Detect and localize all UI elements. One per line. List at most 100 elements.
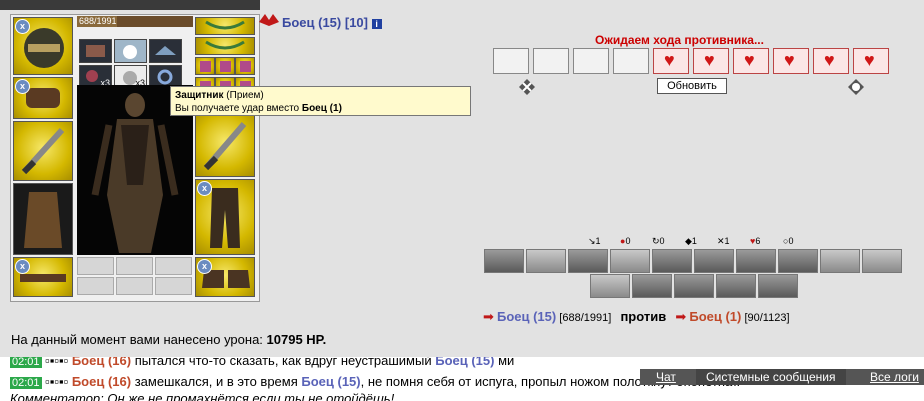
emblem-icon: x <box>15 79 30 94</box>
skill-11[interactable] <box>590 274 630 298</box>
versus-line: ➡ Боец (15) [688/1991] против ➡ Боец (1)… <box>483 309 790 325</box>
stat-sword: ↘1 <box>588 236 601 247</box>
sword-icon: ↘ <box>588 236 596 246</box>
necklace-slot[interactable] <box>195 37 255 55</box>
stat-spirit: ○0 <box>783 236 793 246</box>
armor-slot[interactable] <box>13 183 73 255</box>
info-icon[interactable]: i <box>371 18 382 29</box>
stat-shield: ◆1 <box>685 236 697 247</box>
skill-10[interactable] <box>862 249 902 273</box>
skill-5[interactable] <box>652 249 692 273</box>
ring-slot-2[interactable] <box>215 57 235 75</box>
stat-value: 1 <box>691 236 697 246</box>
weapon-right-slot[interactable] <box>195 113 255 177</box>
gem-icon <box>220 61 231 72</box>
empty-slot[interactable] <box>155 277 192 295</box>
top-strip-logo <box>60 3 63 13</box>
ring-slot-3[interactable] <box>235 57 255 75</box>
log-line: 02:01 ▫▪▫▪▫ Боец (16) замешкался, и в эт… <box>10 374 740 389</box>
heart-scroll-2[interactable] <box>693 48 729 74</box>
player-name[interactable]: Боец (15) <box>282 15 341 30</box>
tooltip-desc-line: Вы получаете удар вместо Боец (1) <box>175 102 466 115</box>
empty-slot[interactable] <box>116 277 153 295</box>
crossed-swords-icon: ✕ <box>717 236 725 246</box>
log-line: Комментатор: Он же не промахнётся если т… <box>10 391 395 401</box>
empty-slot[interactable] <box>116 257 153 275</box>
stat-value: 6 <box>755 236 761 246</box>
defend-shield-icon[interactable] <box>847 78 865 96</box>
log-name[interactable]: Боец (16) <box>72 374 131 389</box>
stat-value: 0 <box>625 236 631 246</box>
empty-scroll-2[interactable] <box>533 48 569 74</box>
log-markers: ▫▪▫▪▫ <box>45 357 69 368</box>
boots-slot[interactable]: x <box>195 257 255 297</box>
heart-scroll-5[interactable] <box>813 48 849 74</box>
log-text: ми <box>494 357 515 368</box>
skill-1[interactable] <box>484 249 524 273</box>
amulet-slot[interactable] <box>195 17 255 35</box>
tab-chat[interactable]: Чат <box>656 369 676 385</box>
attack-shield-icon[interactable] <box>518 78 536 96</box>
arrow-right-icon: ➡ <box>483 309 494 324</box>
skill-6[interactable] <box>694 249 734 273</box>
rune-slot-3[interactable] <box>149 39 182 63</box>
heart-scroll-4[interactable] <box>773 48 809 74</box>
skill-7[interactable] <box>736 249 776 273</box>
swirl-icon: ↻ <box>652 236 660 246</box>
skill-3[interactable] <box>568 249 608 273</box>
log-name[interactable]: Боец (16) <box>72 357 131 368</box>
emblem-icon: x <box>197 259 212 274</box>
tab-all-logs[interactable]: Все логи <box>870 369 919 385</box>
emblem-icon: x <box>15 19 30 34</box>
refresh-button[interactable]: Обновить <box>657 78 727 94</box>
ring-slot-1[interactable] <box>195 57 215 75</box>
bracers-slot[interactable]: x <box>13 77 73 119</box>
gem-icon <box>200 61 211 72</box>
skill-4[interactable] <box>610 249 650 273</box>
tooltip-title: Защитник <box>175 90 224 101</box>
necklace-icon <box>205 40 245 50</box>
heart-scroll-1[interactable] <box>653 48 689 74</box>
leggings-slot[interactable]: x <box>195 179 255 255</box>
heart-scroll-3[interactable] <box>733 48 769 74</box>
left-fighter-name[interactable]: Боец (15) <box>497 309 556 324</box>
heart-scroll-6[interactable] <box>853 48 889 74</box>
empty-slot[interactable] <box>77 277 114 295</box>
stat-heart: ♥6 <box>750 236 760 246</box>
empty-scroll-1[interactable] <box>493 48 529 74</box>
log-text: пытался что-то сказать, как вдруг неустр… <box>131 357 436 368</box>
tooltip-target: Боец (1) <box>301 103 342 114</box>
weapon-left-slot[interactable] <box>13 121 73 181</box>
empty-slot[interactable] <box>77 257 114 275</box>
stat-blood: ●0 <box>620 236 630 246</box>
skill-8[interactable] <box>778 249 818 273</box>
waiting-status: Ожидаем хода противника... <box>595 33 764 47</box>
log-name[interactable]: Боец (15) <box>435 357 494 368</box>
stat-value: 0 <box>659 236 665 246</box>
rune-slot-2[interactable] <box>114 39 147 63</box>
versus-word: против <box>620 309 667 324</box>
shield-icon: ◆ <box>685 236 692 246</box>
skill-13[interactable] <box>674 274 714 298</box>
tooltip-title-line: Защитник (Прием) <box>175 89 466 102</box>
dagger-icon <box>21 127 65 175</box>
helmet-slot[interactable]: x <box>13 17 73 75</box>
rune-slot-1[interactable] <box>79 39 112 63</box>
log-text: замешкался, и в это время <box>131 374 302 389</box>
top-strip <box>0 0 260 10</box>
tab-system[interactable]: Системные сообщения <box>696 369 846 385</box>
skill-15[interactable] <box>758 274 798 298</box>
skill-12[interactable] <box>632 274 672 298</box>
right-fighter-name[interactable]: Боец (1) <box>689 309 741 324</box>
empty-scroll-3[interactable] <box>573 48 609 74</box>
skill-2[interactable] <box>526 249 566 273</box>
empty-slot[interactable] <box>155 257 192 275</box>
skill-14[interactable] <box>716 274 756 298</box>
amulet-icon <box>205 20 245 30</box>
character-panel: 688/1991 x x x x3 x3 x x <box>10 14 260 302</box>
log-name[interactable]: Боец (15) <box>301 374 360 389</box>
skill-9[interactable] <box>820 249 860 273</box>
left-fighter-hp: [688/1991] <box>559 312 612 324</box>
empty-scroll-4[interactable] <box>613 48 649 74</box>
belt-slot[interactable]: x <box>13 257 73 297</box>
